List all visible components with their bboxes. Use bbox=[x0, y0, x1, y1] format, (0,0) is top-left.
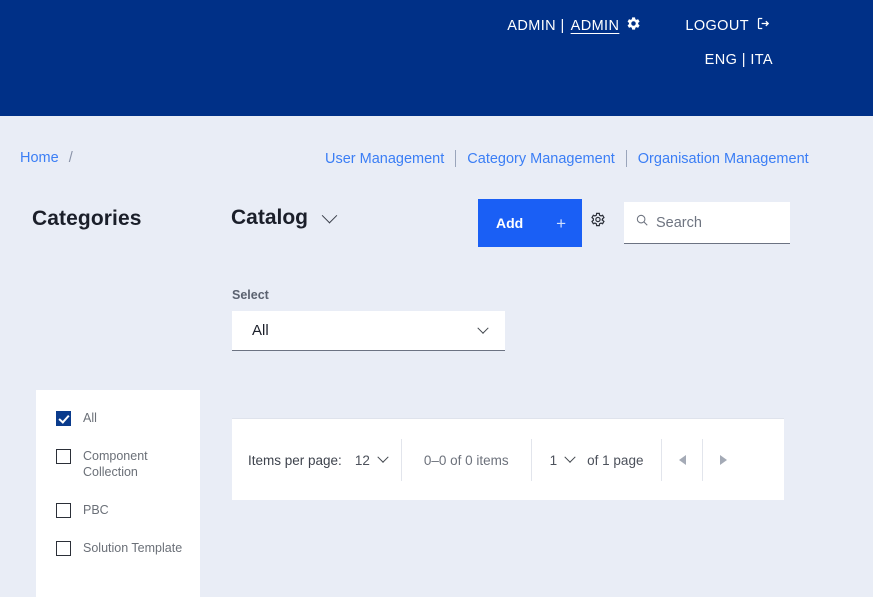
gear-icon[interactable] bbox=[626, 16, 641, 36]
arrow-left-icon bbox=[679, 455, 686, 465]
breadcrumb: Home / bbox=[20, 150, 73, 166]
nav-divider bbox=[455, 150, 456, 167]
search-input[interactable] bbox=[656, 215, 776, 231]
filter-label: All bbox=[83, 410, 97, 426]
chevron-down-icon bbox=[377, 452, 388, 463]
page-title: Categories bbox=[32, 207, 142, 231]
account-row: ADMIN | ADMIN LOGOUT bbox=[507, 16, 771, 36]
filter-label: Component Collection bbox=[83, 448, 186, 480]
add-button[interactable]: Add + bbox=[478, 199, 582, 247]
nav-link-organisation-management[interactable]: Organisation Management bbox=[638, 151, 809, 167]
select-dropdown[interactable]: All bbox=[232, 311, 505, 351]
nav-link-category-management[interactable]: Category Management bbox=[467, 151, 615, 167]
category-filter-panel: All Component Collection PBC Solution Te… bbox=[36, 390, 200, 597]
checkbox-component-collection[interactable] bbox=[56, 449, 71, 464]
settings-gear-icon[interactable] bbox=[589, 211, 606, 233]
filter-checkbox-list: All Component Collection PBC Solution Te… bbox=[36, 390, 200, 556]
page-count-label: of 1 page bbox=[587, 453, 643, 468]
items-per-page-value: 12 bbox=[355, 453, 370, 468]
page-number-dropdown[interactable]: 1 bbox=[550, 453, 575, 468]
admin-account-link[interactable]: ADMIN bbox=[571, 18, 620, 34]
breadcrumb-home-link[interactable]: Home bbox=[20, 150, 59, 166]
breadcrumb-separator: / bbox=[69, 150, 73, 166]
search-box[interactable] bbox=[624, 202, 790, 244]
page-selector-group: 1 of 1 page bbox=[532, 439, 662, 481]
filter-label: Solution Template bbox=[83, 540, 182, 556]
breadcrumb-nav-bar: Home / User Management Category Managemen… bbox=[0, 116, 873, 194]
top-nav-links: User Management Category Management Orga… bbox=[325, 150, 809, 167]
paginator: Items per page: 12 0–0 of 0 items 1 of 1… bbox=[232, 439, 784, 481]
lang-option-ita[interactable]: ITA bbox=[750, 52, 773, 68]
checkbox-pbc[interactable] bbox=[56, 503, 71, 518]
filter-item-component-collection[interactable]: Component Collection bbox=[36, 448, 200, 480]
page-number-value: 1 bbox=[550, 453, 558, 468]
checkbox-solution-template[interactable] bbox=[56, 541, 71, 556]
search-icon bbox=[635, 213, 649, 232]
items-per-page-label: Items per page: bbox=[248, 453, 342, 468]
next-page-button[interactable] bbox=[703, 439, 743, 481]
items-per-page-dropdown[interactable]: 12 bbox=[355, 453, 387, 468]
checkbox-all[interactable] bbox=[56, 411, 71, 426]
previous-page-button[interactable] bbox=[662, 439, 702, 481]
catalog-dropdown-label: Catalog bbox=[231, 206, 308, 230]
select-dropdown-value: All bbox=[252, 322, 269, 339]
filter-item-solution-template[interactable]: Solution Template bbox=[36, 540, 200, 556]
logout-button[interactable]: LOGOUT bbox=[685, 16, 771, 36]
filter-label: PBC bbox=[83, 502, 109, 518]
logout-icon bbox=[756, 16, 771, 36]
logout-label: LOGOUT bbox=[685, 18, 749, 34]
chevron-down-icon bbox=[564, 452, 575, 463]
items-per-page-group: Items per page: 12 bbox=[232, 439, 401, 481]
plus-icon: + bbox=[556, 215, 566, 232]
nav-link-user-management[interactable]: User Management bbox=[325, 151, 444, 167]
lang-option-eng[interactable]: ENG bbox=[705, 52, 738, 68]
select-field-label: Select bbox=[232, 288, 269, 302]
top-header-bar: ADMIN | ADMIN LOGOUT ENG | ITA bbox=[0, 0, 873, 116]
lang-separator: | bbox=[742, 52, 746, 68]
filter-item-all[interactable]: All bbox=[36, 410, 200, 426]
admin-static-label: ADMIN | bbox=[507, 18, 564, 34]
catalog-dropdown[interactable]: Catalog bbox=[231, 206, 335, 230]
language-switcher: ENG | ITA bbox=[705, 52, 773, 68]
item-range-label: 0–0 of 0 items bbox=[402, 439, 531, 481]
add-button-label: Add bbox=[496, 215, 523, 231]
chevron-down-icon bbox=[322, 207, 338, 223]
filter-item-pbc[interactable]: PBC bbox=[36, 502, 200, 518]
arrow-right-icon bbox=[720, 455, 727, 465]
results-panel: Items per page: 12 0–0 of 0 items 1 of 1… bbox=[232, 418, 784, 500]
chevron-down-icon bbox=[477, 322, 488, 333]
nav-divider bbox=[626, 150, 627, 167]
